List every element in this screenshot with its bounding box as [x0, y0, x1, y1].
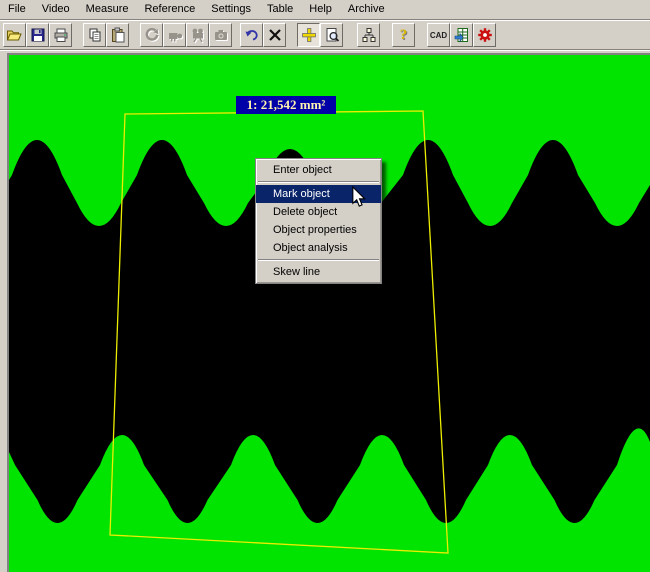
camera-button — [209, 23, 232, 47]
menu-item-file[interactable]: File — [0, 1, 34, 18]
gear-icon — [477, 27, 493, 43]
delete-button[interactable] — [263, 23, 286, 47]
open-button[interactable] — [3, 23, 26, 47]
video-live-icon — [144, 27, 160, 43]
save-icon — [30, 27, 46, 43]
cad-button[interactable]: CAD — [427, 23, 450, 47]
menu-item-help[interactable]: Help — [301, 1, 340, 18]
undo-button[interactable] — [240, 23, 263, 47]
app-window: File Video Measure Reference Settings Ta… — [0, 0, 650, 572]
toolbar-bottom-divider — [0, 49, 650, 51]
print-icon — [53, 27, 69, 43]
video-grab-button — [163, 23, 186, 47]
menu-item-table[interactable]: Table — [259, 1, 301, 18]
preview-button[interactable] — [320, 23, 343, 47]
help-button[interactable]: ? — [392, 23, 415, 47]
crosshair-button[interactable] — [297, 23, 320, 47]
menubar-toolbar-divider — [0, 19, 650, 21]
page-magnifier-icon — [324, 27, 340, 43]
menu-item-measure[interactable]: Measure — [78, 1, 137, 18]
menu-item-reference[interactable]: Reference — [136, 1, 203, 18]
menu-item-video[interactable]: Video — [34, 1, 78, 18]
excel-export-button[interactable] — [450, 23, 473, 47]
menu-item-archive[interactable]: Archive — [340, 1, 393, 18]
flowchart-button[interactable] — [357, 23, 380, 47]
context-menu-item-object-analysis[interactable]: Object analysis — [256, 239, 381, 257]
context-menu: Enter object Mark object Delete object O… — [255, 158, 382, 284]
camera-icon — [213, 27, 229, 43]
toolbar: ? CAD — [0, 23, 650, 47]
measurement-canvas[interactable] — [7, 53, 650, 572]
crosshair-icon — [301, 27, 317, 43]
movie-camera-button — [186, 23, 209, 47]
paste-button[interactable] — [106, 23, 129, 47]
undo-icon — [244, 27, 260, 43]
flowchart-icon — [361, 27, 377, 43]
menu-bar: File Video Measure Reference Settings Ta… — [0, 0, 650, 19]
mouse-cursor — [352, 186, 367, 209]
context-menu-separator — [258, 181, 379, 183]
excel-export-icon — [454, 27, 470, 43]
print-button[interactable] — [49, 23, 72, 47]
video-live-button — [140, 23, 163, 47]
save-button[interactable] — [26, 23, 49, 47]
context-menu-separator — [258, 259, 379, 261]
movie-camera-icon — [190, 27, 206, 43]
folder-open-icon — [6, 27, 23, 43]
copy-button[interactable] — [83, 23, 106, 47]
cad-text-icon: CAD — [430, 31, 447, 40]
context-menu-item-object-properties[interactable]: Object properties — [256, 221, 381, 239]
delete-x-icon — [267, 27, 283, 43]
settings-button[interactable] — [473, 23, 496, 47]
measurement-label: 1: 21,542 mm² — [236, 96, 336, 114]
video-image — [9, 55, 650, 572]
context-menu-item-skew-line[interactable]: Skew line — [256, 263, 381, 281]
video-grab-icon — [167, 27, 183, 43]
menu-item-settings[interactable]: Settings — [203, 1, 259, 18]
copy-icon — [87, 27, 103, 43]
help-icon: ? — [400, 28, 408, 43]
context-menu-item-enter-object[interactable]: Enter object — [256, 161, 381, 179]
paste-icon — [110, 27, 126, 43]
